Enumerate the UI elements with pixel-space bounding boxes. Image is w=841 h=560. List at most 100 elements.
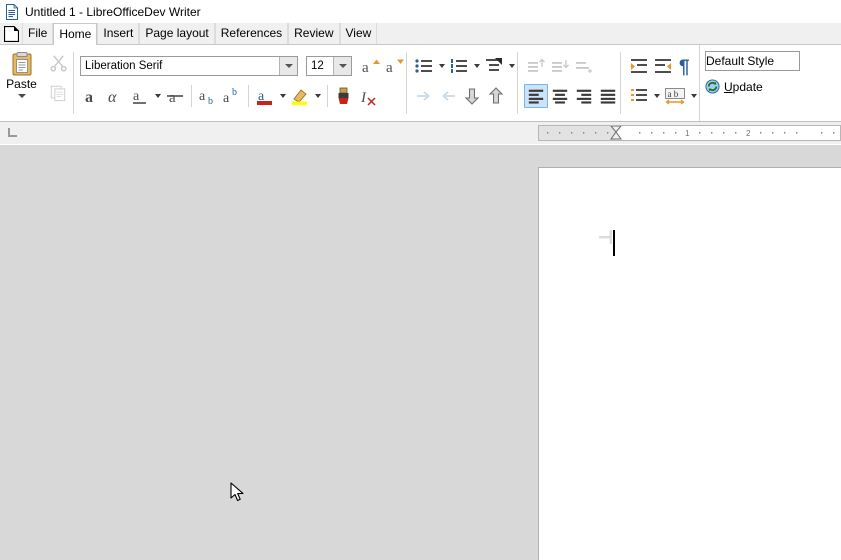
character-spacing-icon: a b <box>665 88 685 105</box>
increase-paragraph-spacing-button[interactable] <box>524 54 548 78</box>
tab-insert[interactable]: Insert <box>97 23 140 44</box>
tab-view[interactable]: View <box>339 23 378 44</box>
increase-font-size-icon: a <box>362 59 380 76</box>
line-spacing-button[interactable] <box>627 84 651 108</box>
update-style-button[interactable]: Update <box>705 79 785 94</box>
font-color-button[interactable]: a <box>253 84 277 108</box>
tab-references[interactable]: References <box>214 23 289 44</box>
clear-formatting-icon: I <box>360 90 376 106</box>
align-left-button[interactable] <box>524 84 548 108</box>
indent-marker[interactable] <box>608 125 624 141</box>
align-justify-icon <box>600 89 616 104</box>
clone-formatting-button[interactable] <box>332 84 356 108</box>
promote-button[interactable] <box>436 84 460 108</box>
paragraph-group <box>518 45 620 121</box>
character-spacing-dropdown-arrow[interactable] <box>688 84 699 108</box>
lists-row-2 <box>412 83 517 109</box>
line-spacing-dropdown-arrow[interactable] <box>651 84 662 108</box>
ordered-list-button[interactable] <box>447 54 471 78</box>
update-style-label: Update <box>724 80 763 94</box>
svg-text:I: I <box>360 90 367 106</box>
font-color-dropdown-arrow[interactable] <box>277 84 288 108</box>
strikethrough-button[interactable]: a <box>163 84 187 108</box>
italic-button[interactable]: α <box>104 84 128 108</box>
move-up-icon <box>488 87 504 104</box>
copy-icon[interactable] <box>49 84 67 102</box>
increase-font-size-button[interactable]: a <box>358 54 382 78</box>
paste-dropdown-arrow[interactable] <box>17 94 26 98</box>
indent-group: ¶ a b <box>621 45 699 121</box>
svg-text:a: a <box>133 89 140 104</box>
font-name-value: Liberation Serif <box>85 60 163 72</box>
tab-file[interactable]: File <box>22 23 54 44</box>
decrease-font-size-icon: a <box>386 59 404 76</box>
font-size-combobox[interactable]: 12 <box>306 56 352 76</box>
styles-group: Default Style Update <box>699 45 800 121</box>
update-accel: U <box>724 79 733 94</box>
cut-copy-stack <box>43 45 73 121</box>
paragraph-spacing-icon <box>576 62 592 73</box>
paragraph-style-value: Default Style <box>706 54 775 68</box>
paragraph-row-2 <box>524 83 620 109</box>
scissors-icon[interactable] <box>49 53 68 72</box>
move-down-button[interactable] <box>460 84 484 108</box>
outline-list-dropdown-arrow[interactable] <box>506 54 517 78</box>
svg-text:1: 1 <box>685 129 690 138</box>
ordered-list-dropdown-arrow[interactable] <box>471 54 482 78</box>
unordered-list-dropdown-arrow[interactable] <box>436 54 447 78</box>
font-name-combobox[interactable]: Liberation Serif <box>80 56 298 76</box>
move-down-icon <box>464 88 480 105</box>
svg-text:b: b <box>208 96 213 106</box>
highlighting-color-dropdown-arrow[interactable] <box>312 84 323 108</box>
subscript-button[interactable]: a b <box>196 84 220 108</box>
bold-button[interactable]: a <box>80 84 104 108</box>
outline-list-button[interactable] <box>482 54 506 78</box>
tab-page-layout[interactable]: Page layout <box>139 23 215 44</box>
increase-paragraph-spacing-icon <box>528 58 545 72</box>
strikethrough-icon: a <box>167 90 183 106</box>
underline-dropdown-arrow[interactable] <box>152 84 163 108</box>
font-row-2: a α a a a b a b a I <box>80 83 406 109</box>
align-justify-button[interactable] <box>596 84 620 108</box>
paragraph-style-combobox[interactable]: Default Style <box>705 51 800 71</box>
move-up-button[interactable] <box>484 84 508 108</box>
superscript-icon: a b <box>223 87 237 106</box>
paragraph-spacing-button[interactable] <box>572 54 596 78</box>
font-size-dropdown-arrow[interactable] <box>333 57 351 75</box>
decrease-indent-button[interactable] <box>651 54 675 78</box>
tab-home[interactable]: Home <box>53 23 98 45</box>
align-left-icon <box>528 89 544 104</box>
svg-text:a: a <box>362 60 369 76</box>
align-center-button[interactable] <box>548 84 572 108</box>
font-name-dropdown-arrow[interactable] <box>279 57 297 75</box>
underline-button[interactable]: a <box>128 84 152 108</box>
character-spacing-button[interactable]: a b <box>662 84 688 108</box>
highlighting-color-button[interactable] <box>288 84 312 108</box>
decrease-font-size-button[interactable]: a <box>382 54 406 78</box>
update-style-icon <box>705 79 720 94</box>
svg-text:a: a <box>169 90 176 106</box>
unordered-list-button[interactable] <box>412 54 436 78</box>
decrease-paragraph-spacing-button[interactable] <box>548 54 572 78</box>
font-size-value: 12 <box>311 60 324 72</box>
demote-button[interactable] <box>412 84 436 108</box>
tab-review[interactable]: Review <box>288 23 340 44</box>
font-color-icon: a <box>257 89 272 105</box>
paste-button[interactable]: Paste <box>0 45 43 121</box>
decrease-indent-icon <box>655 59 671 73</box>
increase-indent-button[interactable] <box>627 54 651 78</box>
window-title: Untitled 1 - LibreOfficeDev Writer <box>25 4 201 19</box>
document-page[interactable] <box>538 167 841 560</box>
align-right-button[interactable] <box>572 84 596 108</box>
document-workspace[interactable] <box>0 145 841 560</box>
svg-text:α: α <box>108 89 117 106</box>
clear-formatting-button[interactable]: I <box>356 84 380 108</box>
lists-row-1 <box>412 53 517 79</box>
clipboard-group: Paste <box>0 45 73 121</box>
superscript-button[interactable]: a b <box>220 84 244 108</box>
svg-text:a: a <box>85 89 93 106</box>
horizontal-ruler[interactable]: 1 2 <box>538 125 841 141</box>
tab-stop-left-icon[interactable] <box>8 127 19 138</box>
align-right-icon <box>576 89 592 104</box>
formatting-marks-button[interactable]: ¶ <box>675 54 699 78</box>
